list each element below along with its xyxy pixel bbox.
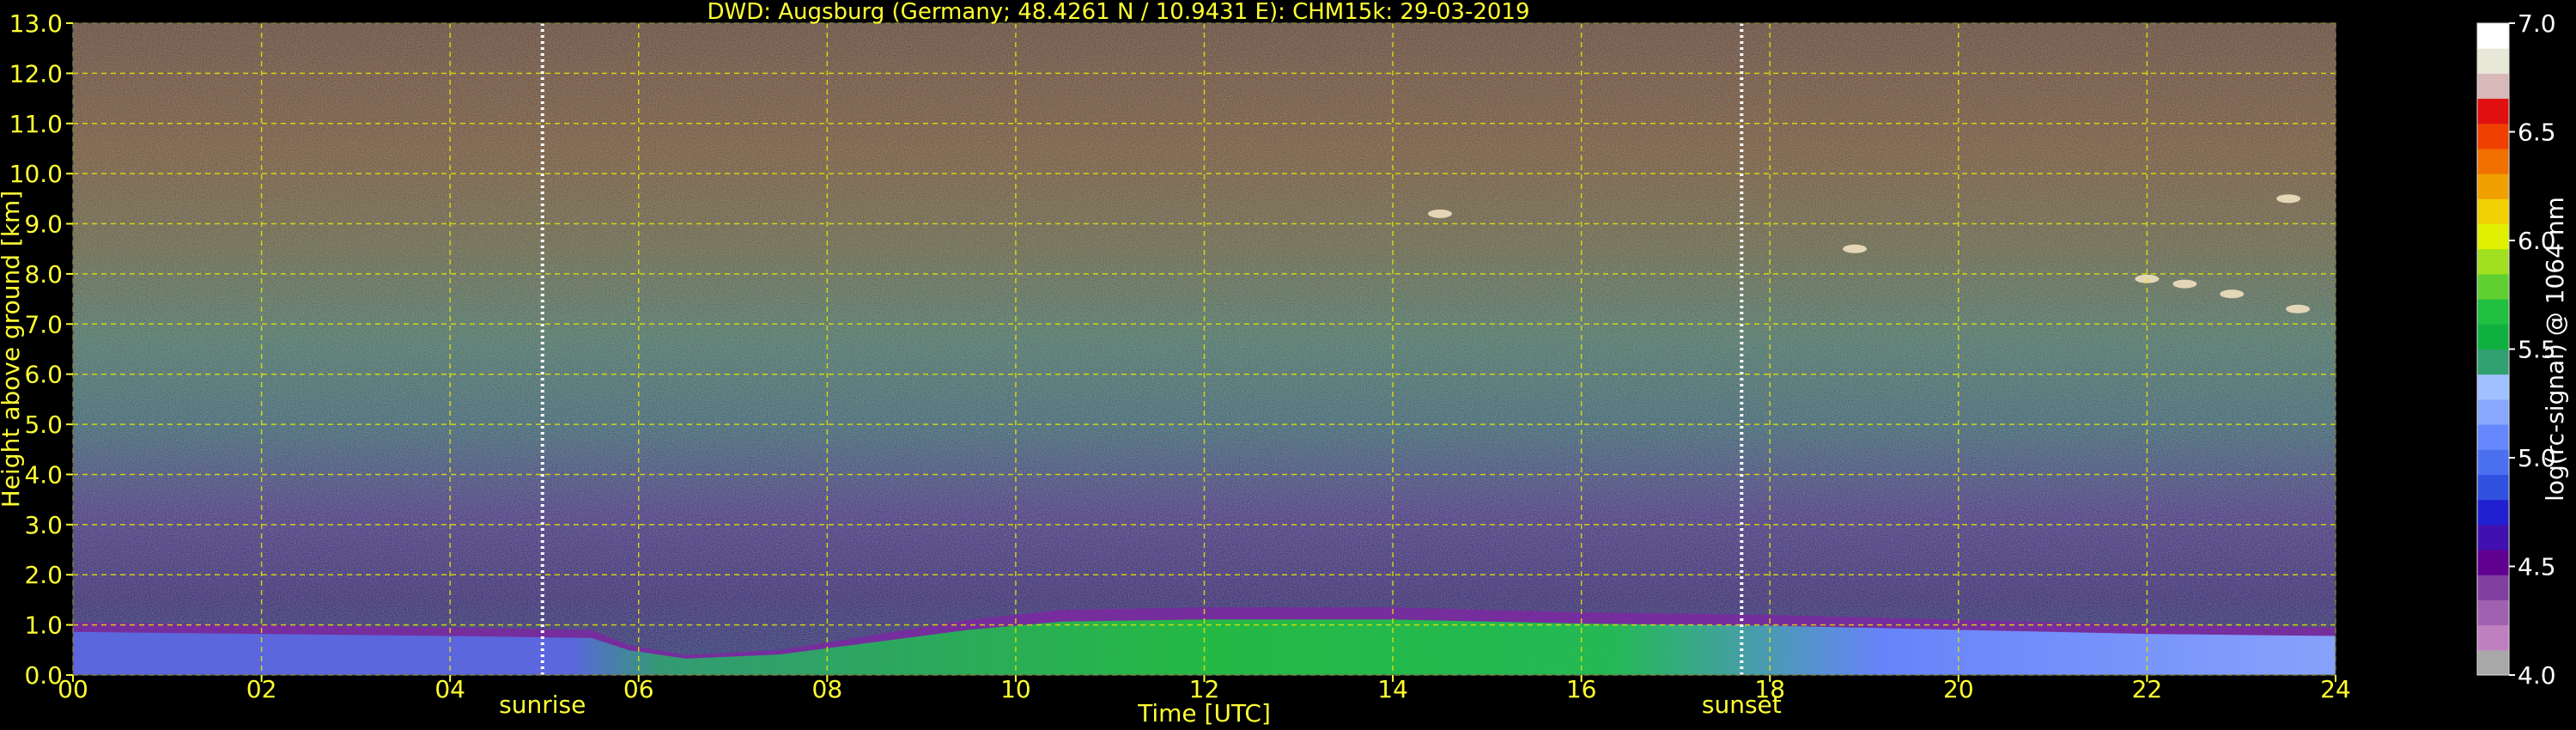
colorbar-swatch [2477, 299, 2509, 325]
colorbar-swatch [2477, 198, 2509, 225]
y-tick-label: 10.0 [9, 160, 63, 188]
y-tick-label: 0.0 [24, 661, 63, 690]
x-tick-label: 10 [1000, 675, 1031, 703]
y-tick-label: 4.0 [24, 460, 63, 489]
plot-area [72, 22, 2336, 676]
colorbar-swatch [2477, 349, 2509, 375]
colorbar-swatch [2477, 374, 2509, 400]
y-tick-label: 12.0 [9, 59, 63, 88]
x-tick-label: 22 [2132, 675, 2163, 703]
x-tick-label: 14 [1377, 675, 1408, 703]
colorbar-swatch [2477, 599, 2509, 626]
colorbar-tick-label: 4.0 [2518, 661, 2556, 690]
cloud-patch [2172, 279, 2197, 289]
colorbar-swatch [2477, 324, 2509, 350]
colorbar-tick-label: 7.0 [2518, 9, 2556, 38]
y-axis-label: Height above ground [km] [0, 191, 25, 508]
x-axis-label: Time [UTC] [1137, 699, 1271, 727]
x-tick-label: 08 [812, 675, 843, 703]
colorbar-swatch [2477, 424, 2509, 450]
x-tick-label: 02 [246, 675, 277, 703]
colorbar-swatch [2477, 575, 2509, 600]
x-tick-label: 04 [434, 675, 465, 703]
colorbar-swatch [2477, 73, 2509, 100]
colorbar-swatch [2477, 449, 2509, 475]
y-tick-label: 7.0 [24, 310, 63, 338]
colorbar-swatch [2477, 23, 2509, 49]
y-tick-label: 11.0 [9, 110, 63, 138]
colorbar-swatch [2477, 649, 2509, 676]
colorbar-swatch [2477, 624, 2509, 651]
y-tick-label: 8.0 [24, 260, 63, 289]
lidar-chart: 00 02 04 06 08 10 12 14 16 18 20 22 24 0.01.02.03.04… [0, 0, 2569, 727]
colorbar-tick-label: 4.5 [2518, 553, 2556, 581]
y-tick-label: 13.0 [9, 9, 63, 38]
y-tick-label: 5.0 [24, 411, 63, 439]
x-tick-label: 24 [2320, 675, 2351, 703]
colorbar-swatch [2477, 248, 2509, 275]
y-tick-label: 1.0 [24, 611, 63, 640]
colorbar-swatch [2477, 474, 2509, 501]
y-tick-label: 9.0 [24, 210, 63, 239]
colorbar-swatch [2477, 273, 2509, 300]
colorbar-tick-label: 6.5 [2518, 119, 2556, 147]
annotation-label: sunrise [499, 690, 586, 719]
colorbar-swatch [2477, 148, 2509, 174]
cloud-patch [1427, 209, 1452, 218]
annotation-label: sunset [1702, 690, 1782, 719]
cloud-patch [2220, 289, 2245, 299]
colorbar-label: log(rc-signal) @ 1064 nm [2541, 197, 2569, 502]
colorbar-swatch [2477, 524, 2509, 551]
x-tick-label: 20 [1943, 675, 1974, 703]
colorbar-swatch [2477, 123, 2509, 149]
colorbar-swatch [2477, 398, 2509, 425]
cloud-patch [2276, 194, 2301, 204]
colorbar-swatch [2477, 550, 2509, 575]
cloud-patch [1843, 244, 1868, 253]
colorbar-swatch [2477, 98, 2509, 125]
y-tick-label: 6.0 [24, 361, 63, 389]
y-tick-label: 3.0 [24, 511, 63, 539]
colorbar-swatch [2477, 48, 2509, 74]
colorbar-swatch [2477, 223, 2509, 250]
colorbar-swatch [2477, 499, 2509, 526]
cloud-patch [2286, 304, 2311, 313]
y-tick-label: 2.0 [24, 561, 63, 589]
chart-title: DWD: Augsburg (Germany; 48.4261 N / 10.9… [707, 0, 1529, 25]
x-tick-label: 06 [623, 675, 654, 703]
colorbar-swatch [2477, 173, 2509, 199]
x-tick-label: 16 [1566, 675, 1597, 703]
